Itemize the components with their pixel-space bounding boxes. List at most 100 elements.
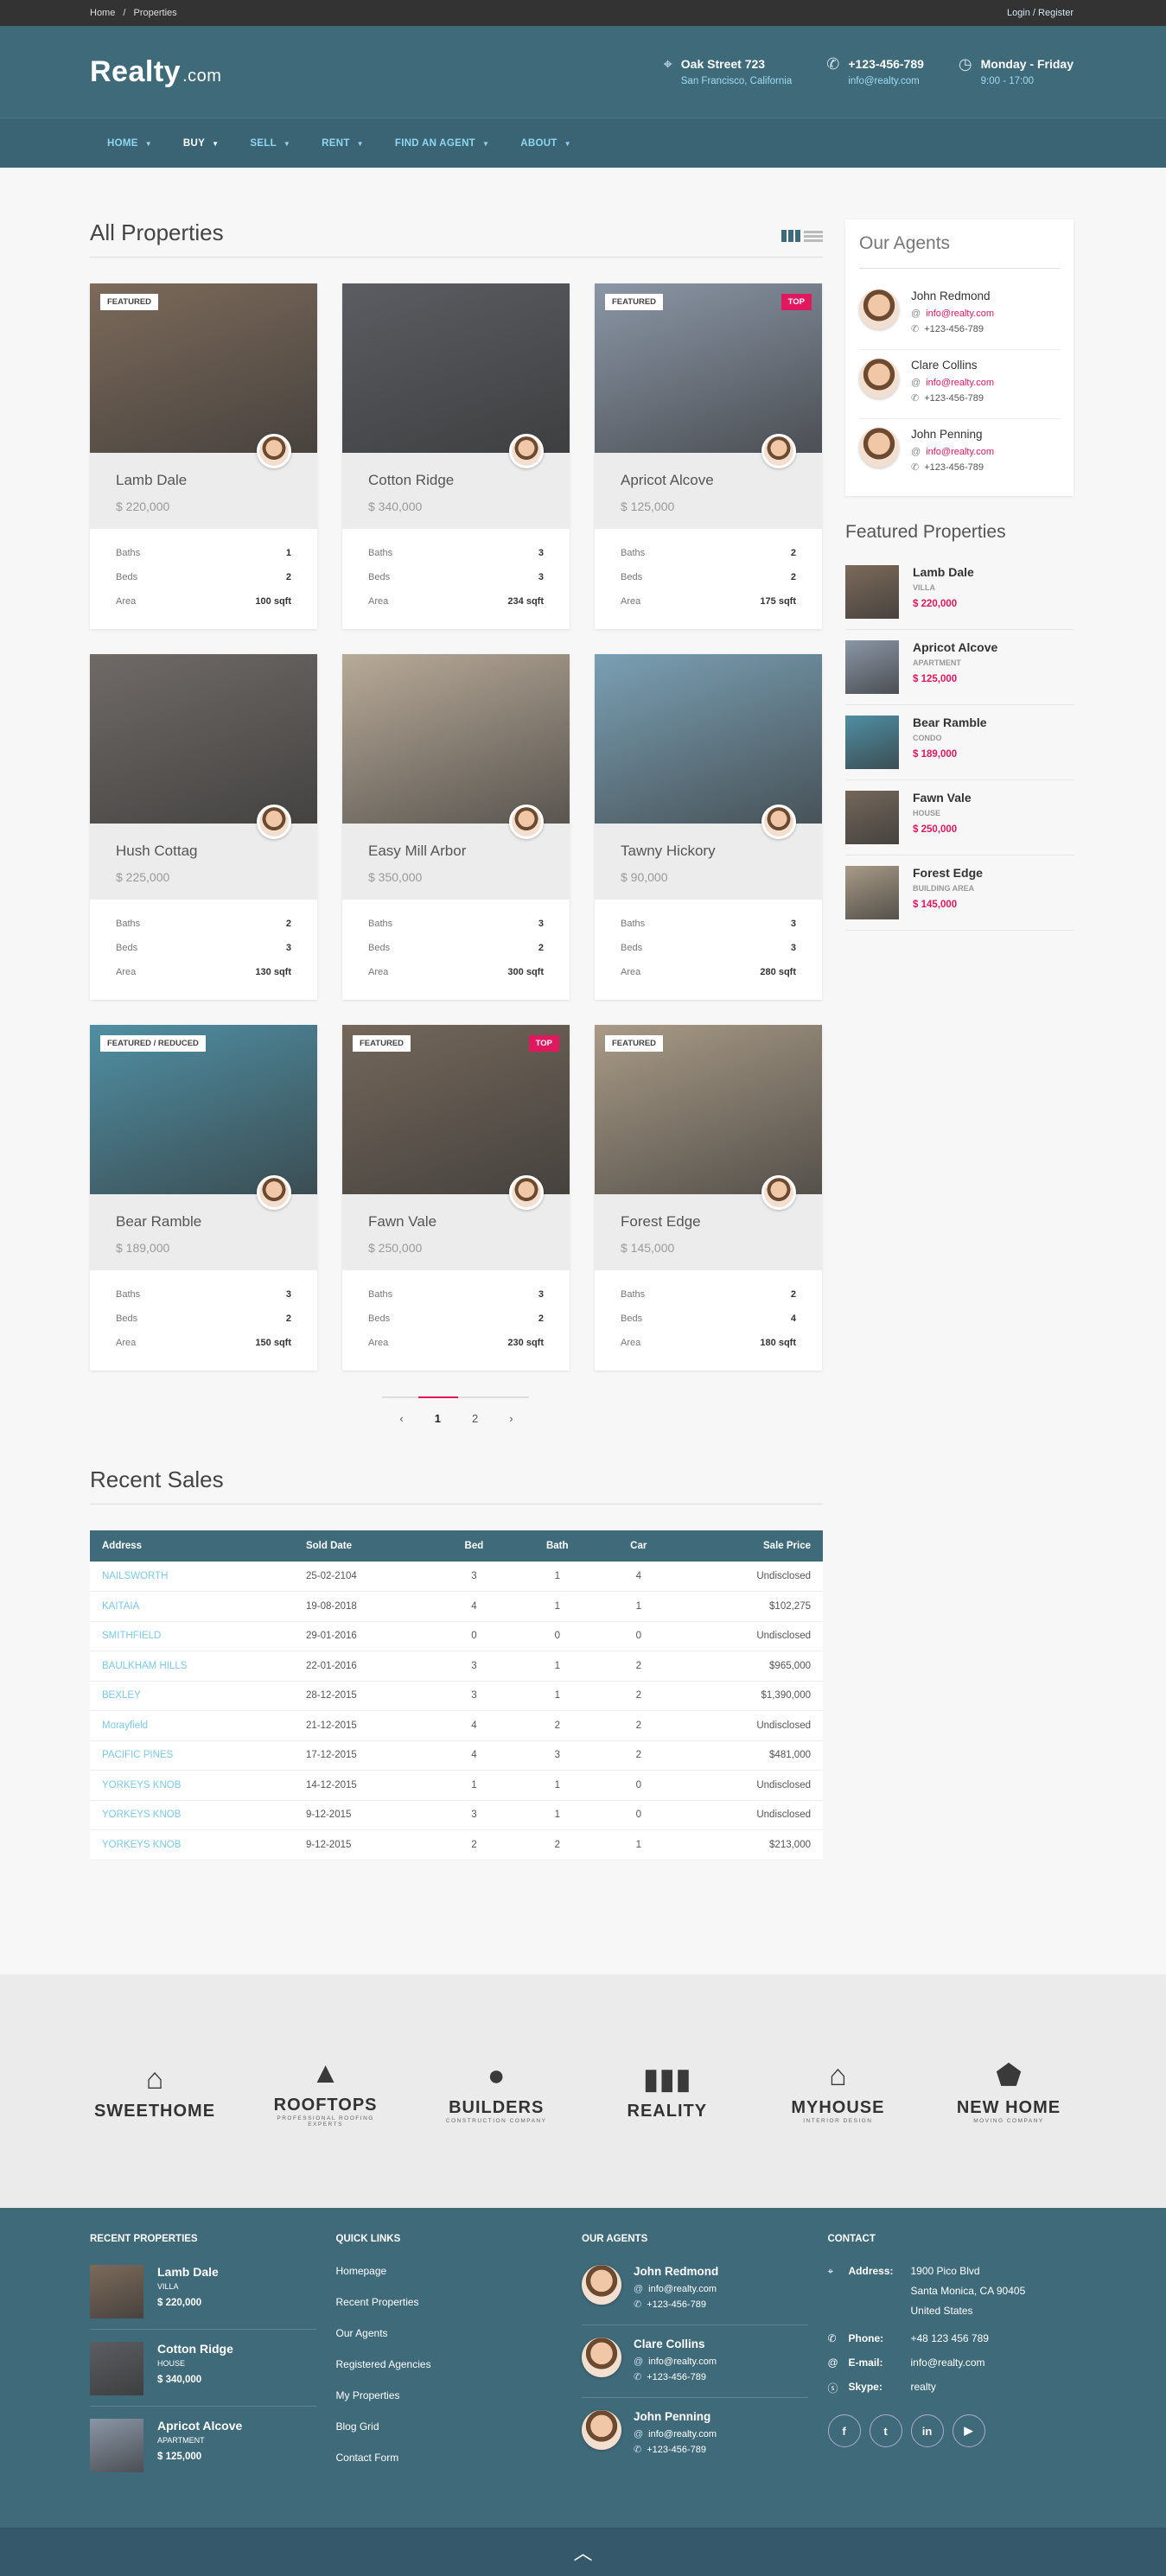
featured-item[interactable]: Lamb Dale VILLA $ 220,000 bbox=[90, 2265, 316, 2330]
agent-email[interactable]: @ info@realty.com bbox=[634, 2284, 718, 2294]
partner-logo[interactable]: ▮▮▮ REALITY bbox=[602, 2062, 732, 2121]
agent-name[interactable]: Clare Collins bbox=[911, 359, 994, 372]
quick-link[interactable]: Blog Grid bbox=[336, 2420, 583, 2433]
agent-email-text[interactable]: info@realty.com bbox=[926, 447, 994, 457]
property-card[interactable]: FEATURED TOP Fawn Vale $ 250,000 Baths 3 Beds 2… bbox=[342, 1025, 570, 1371]
sale-address[interactable]: YORKEYS KNOB bbox=[90, 1829, 294, 1860]
site-logo[interactable]: Realty .com bbox=[90, 55, 221, 89]
grid-view-icon[interactable] bbox=[781, 230, 800, 242]
sale-address[interactable]: SMITHFIELD bbox=[90, 1621, 294, 1651]
property-photo[interactable]: FEATURED TOP bbox=[595, 283, 822, 468]
featured-item[interactable]: Apricot Alcove APARTMENT $ 125,000 bbox=[90, 2419, 316, 2483]
partner-logo[interactable]: ● BUILDERS CONSTRUCTION COMPANY bbox=[431, 2058, 561, 2124]
quick-link[interactable]: Registered Agencies bbox=[336, 2358, 583, 2370]
property-name[interactable]: Bear Ramble bbox=[116, 1213, 291, 1231]
agent-name[interactable]: John Penning bbox=[634, 2410, 717, 2423]
agent-photo[interactable] bbox=[859, 289, 899, 329]
property-name[interactable]: Cotton Ridge bbox=[368, 472, 544, 489]
footer-email-link[interactable]: info@realty.com bbox=[911, 2357, 985, 2369]
sale-address[interactable]: YORKEYS KNOB bbox=[90, 1770, 294, 1801]
agent-avatar[interactable] bbox=[257, 805, 291, 839]
featured-name[interactable]: Apricot Alcove bbox=[157, 2419, 242, 2433]
agent-card[interactable]: Clare Collins @ info@realty.com ✆ +123-456-7… bbox=[582, 2337, 808, 2398]
agent-avatar[interactable] bbox=[257, 1175, 291, 1210]
sale-address[interactable]: BAULKHAM HILLS bbox=[90, 1651, 294, 1682]
property-thumb[interactable] bbox=[90, 2342, 143, 2395]
property-name[interactable]: Easy Mill Arbor bbox=[368, 843, 544, 860]
partner-logo[interactable]: ⌂ SWEETHOME bbox=[90, 2062, 220, 2121]
property-thumb[interactable] bbox=[845, 716, 899, 769]
agent-avatar[interactable] bbox=[257, 434, 291, 468]
property-photo[interactable] bbox=[342, 283, 570, 468]
agent-avatar[interactable] bbox=[761, 1175, 796, 1210]
property-name[interactable]: Tawny Hickory bbox=[621, 843, 796, 860]
property-photo[interactable] bbox=[90, 654, 317, 839]
quick-link[interactable]: My Properties bbox=[336, 2389, 583, 2401]
property-thumb[interactable] bbox=[845, 640, 899, 694]
pager-next[interactable]: › bbox=[509, 1412, 513, 1425]
property-thumb[interactable] bbox=[845, 866, 899, 919]
quick-link[interactable]: Recent Properties bbox=[336, 2296, 583, 2308]
login-register-link[interactable]: Login / Register bbox=[1007, 8, 1074, 18]
sale-address[interactable]: KAITAIA bbox=[90, 1591, 294, 1622]
property-photo[interactable]: FEATURED TOP bbox=[342, 1025, 570, 1210]
sale-address[interactable]: NAILSWORTH bbox=[90, 1562, 294, 1592]
agent-avatar[interactable] bbox=[509, 805, 544, 839]
nav-sell[interactable]: SELL ▼ bbox=[250, 138, 290, 149]
agent-email-text[interactable]: info@realty.com bbox=[648, 2429, 717, 2439]
agent-photo[interactable] bbox=[582, 2337, 621, 2377]
agent-avatar[interactable] bbox=[509, 1175, 544, 1210]
facebook-icon[interactable]: f bbox=[827, 2414, 861, 2448]
sale-address[interactable]: YORKEYS KNOB bbox=[90, 1800, 294, 1830]
agent-email[interactable]: @ info@realty.com bbox=[911, 447, 994, 457]
featured-item[interactable]: Lamb Dale VILLA $ 220,000 bbox=[845, 555, 1074, 630]
property-card[interactable]: Cotton Ridge $ 340,000 Baths 3 Beds 3 Area 234 … bbox=[342, 283, 570, 629]
agent-avatar[interactable] bbox=[509, 434, 544, 468]
nav-about[interactable]: ABOUT ▼ bbox=[520, 138, 571, 149]
featured-item[interactable]: Forest Edge BUILDING AREA $ 145,000 bbox=[845, 855, 1074, 931]
property-name[interactable]: Hush Cottag bbox=[116, 843, 291, 860]
featured-item[interactable]: Cotton Ridge HOUSE $ 340,000 bbox=[90, 2342, 316, 2407]
youtube-icon[interactable]: ▶ bbox=[952, 2414, 985, 2448]
agent-card[interactable]: John Redmond @ info@realty.com ✆ +123-456-78… bbox=[582, 2265, 808, 2325]
sale-address[interactable]: Morayfield bbox=[90, 1710, 294, 1741]
property-name[interactable]: Forest Edge bbox=[621, 1213, 796, 1231]
agent-name[interactable]: John Penning bbox=[911, 428, 994, 441]
agent-email[interactable]: @ info@realty.com bbox=[911, 378, 994, 388]
sale-address[interactable]: PACIFIC PINES bbox=[90, 1740, 294, 1771]
agent-card[interactable]: John Redmond @ info@realty.com ✆ +123-456-78… bbox=[859, 281, 1060, 350]
agent-email-text[interactable]: info@realty.com bbox=[648, 2284, 717, 2294]
property-photo[interactable]: FEATURED bbox=[90, 283, 317, 468]
featured-item[interactable]: Apricot Alcove APARTMENT $ 125,000 bbox=[845, 630, 1074, 705]
property-card[interactable]: Tawny Hickory $ 90,000 Baths 3 Beds 3 Area 280 … bbox=[595, 654, 822, 1000]
partner-logo[interactable]: ▲ ROOFTOPS PROFESSIONAL ROOFING EXPERTS bbox=[261, 2056, 391, 2128]
list-view-icon[interactable] bbox=[804, 230, 823, 242]
agent-email[interactable]: @ info@realty.com bbox=[634, 2429, 717, 2439]
property-thumb[interactable] bbox=[90, 2419, 143, 2472]
quick-link[interactable]: Our Agents bbox=[336, 2327, 583, 2339]
property-photo[interactable]: FEATURED bbox=[595, 1025, 822, 1210]
property-card[interactable]: Easy Mill Arbor $ 350,000 Baths 3 Beds 2 Area 3… bbox=[342, 654, 570, 1000]
agent-avatar[interactable] bbox=[761, 434, 796, 468]
featured-name[interactable]: Fawn Vale bbox=[913, 791, 972, 805]
agent-name[interactable]: John Redmond bbox=[634, 2265, 718, 2278]
featured-name[interactable]: Lamb Dale bbox=[913, 565, 974, 579]
featured-name[interactable]: Forest Edge bbox=[913, 866, 983, 880]
property-photo[interactable] bbox=[595, 654, 822, 839]
featured-name[interactable]: Bear Ramble bbox=[913, 716, 987, 729]
property-thumb[interactable] bbox=[845, 791, 899, 844]
agent-email-text[interactable]: info@realty.com bbox=[926, 308, 994, 319]
partner-logo[interactable]: ⌂ MYHOUSE INTERIOR DESIGN bbox=[773, 2058, 902, 2124]
property-card[interactable]: FEATURED / REDUCED Bear Ramble $ 189,000 Ba… bbox=[90, 1025, 317, 1371]
property-photo[interactable]: FEATURED / REDUCED bbox=[90, 1025, 317, 1210]
sale-address[interactable]: BEXLEY bbox=[90, 1681, 294, 1711]
quick-link[interactable]: Homepage bbox=[336, 2265, 583, 2277]
property-name[interactable]: Fawn Vale bbox=[368, 1213, 544, 1231]
agent-photo[interactable] bbox=[859, 428, 899, 467]
agent-avatar[interactable] bbox=[761, 805, 796, 839]
nav-home[interactable]: HOME ▼ bbox=[107, 138, 152, 149]
nav-rent[interactable]: RENT ▼ bbox=[322, 138, 364, 149]
property-card[interactable]: FEATURED Forest Edge $ 145,000 Baths 2 Beds 4 A… bbox=[595, 1025, 822, 1371]
back-to-top-button[interactable]: ︿ bbox=[0, 2528, 1166, 2576]
property-photo[interactable] bbox=[342, 654, 570, 839]
